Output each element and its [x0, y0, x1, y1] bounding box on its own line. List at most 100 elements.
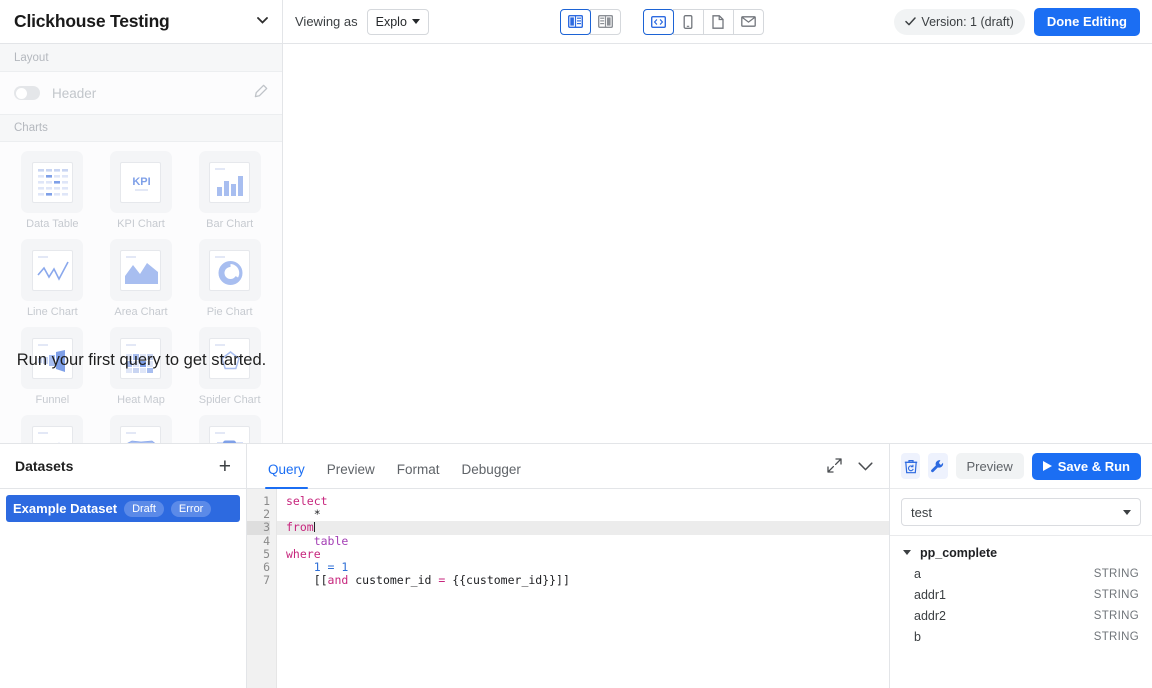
chart-item-area-chart[interactable]: Area Chart — [97, 239, 186, 327]
device-toggle-group — [643, 9, 764, 35]
wrench-icon[interactable] — [928, 453, 947, 479]
chart-item-spider-chart[interactable]: Spider Chart — [185, 327, 274, 415]
column-name: b — [914, 630, 921, 644]
chart-item-label: Spider Chart — [199, 394, 261, 406]
datasets-title: Datasets — [15, 458, 73, 474]
chart-item-bar-chart[interactable]: Bar Chart — [185, 151, 274, 239]
layout-left-panel-button[interactable] — [560, 9, 591, 35]
status-badge-error: Error — [171, 501, 211, 517]
tab-format[interactable]: Format — [386, 462, 451, 488]
schema-action-bar: Preview Save & Run — [890, 444, 1152, 489]
schema-column-row: b STRING — [890, 626, 1152, 647]
header-toggle-label: Header — [52, 86, 96, 101]
dashboard-canvas[interactable] — [283, 44, 1152, 443]
column-type: STRING — [1094, 568, 1139, 580]
dataset-name: Example Dataset — [13, 501, 117, 516]
data-table-icon — [21, 151, 83, 213]
schema-table-list: pp_complete a STRING addr1 STRING addr2 … — [890, 536, 1152, 688]
version-label: Version: 1 (draft) — [921, 15, 1013, 29]
plus-icon[interactable]: + — [219, 456, 231, 477]
chart-item-line-chart[interactable]: Line Chart — [8, 239, 97, 327]
sql-editor[interactable]: 1 2 3 4 5 6 7 select * from table where … — [247, 489, 889, 688]
chevron-down-icon[interactable] — [858, 459, 873, 477]
document-button[interactable] — [703, 9, 734, 35]
chart-item-heat-map[interactable]: Heat Map — [97, 327, 186, 415]
chart-item-map[interactable]: Map — [97, 415, 186, 443]
tab-query[interactable]: Query — [257, 462, 316, 488]
chart-item-scatter-plot-chart[interactable]: Scatter Plot Chart — [8, 415, 97, 443]
pencil-icon[interactable] — [254, 84, 268, 103]
code-line: table — [277, 535, 889, 548]
mobile-button[interactable] — [673, 9, 704, 35]
email-button[interactable] — [733, 9, 764, 35]
view-toolbar — [429, 9, 895, 35]
header-toggle[interactable] — [14, 86, 40, 100]
map-icon — [110, 415, 172, 443]
code-line: where — [277, 548, 889, 561]
trash-restore-icon[interactable] — [901, 453, 920, 479]
code-line: select — [277, 495, 889, 508]
viewing-as-value: Explo — [376, 15, 407, 29]
chart-item-label: Heat Map — [117, 394, 165, 406]
tab-debugger[interactable]: Debugger — [451, 462, 532, 488]
spider-chart-icon — [199, 327, 261, 389]
header-layout-row[interactable]: Header — [0, 72, 282, 114]
charts-section-header: Charts — [0, 114, 282, 142]
query-tabs: Query Preview Format Debugger — [247, 444, 889, 489]
chart-item-data-table[interactable]: Data Table — [8, 151, 97, 239]
column-type: STRING — [1094, 589, 1139, 601]
schema-column-row: addr2 STRING — [890, 605, 1152, 626]
svg-text:KPI: KPI — [133, 176, 151, 188]
check-icon — [905, 15, 916, 29]
top-bar-controls: Viewing as Explo — [283, 0, 1152, 43]
app-root: Clickhouse Testing Viewing as Explo — [0, 0, 1152, 688]
schema-column-row: a STRING — [890, 563, 1152, 584]
status-badge-draft: Draft — [124, 501, 164, 517]
schema-select[interactable]: test — [901, 498, 1141, 526]
chevron-down-icon[interactable] — [257, 17, 268, 27]
chart-item-kpi-chart[interactable]: KPI KPI Chart — [97, 151, 186, 239]
bar-chart-icon — [199, 151, 261, 213]
code-line: from — [277, 521, 889, 534]
chart-item-box-plot[interactable]: Box Plot — [185, 415, 274, 443]
kpi-icon: KPI — [110, 151, 172, 213]
column-type: STRING — [1094, 610, 1139, 622]
bottom-panel: Datasets + Example Dataset Draft Error Q… — [0, 443, 1152, 688]
box-plot-icon — [199, 415, 261, 443]
layout-toggle-group — [560, 9, 621, 35]
schema-column-row: addr1 STRING — [890, 584, 1152, 605]
save-and-run-button[interactable]: Save & Run — [1032, 453, 1141, 480]
save-and-run-label: Save & Run — [1058, 459, 1130, 474]
dataset-list-item[interactable]: Example Dataset Draft Error — [6, 495, 240, 522]
preview-button[interactable]: Preview — [956, 453, 1024, 479]
line-number: 4 — [247, 535, 270, 548]
layout-right-panel-button[interactable] — [590, 9, 621, 35]
schema-table-name: pp_complete — [920, 546, 997, 560]
chart-item-label: Pie Chart — [207, 306, 253, 318]
column-type: STRING — [1094, 631, 1139, 643]
schema-select-value: test — [911, 505, 932, 520]
viewing-as-select[interactable]: Explo — [367, 9, 429, 35]
column-name: a — [914, 567, 921, 581]
page-title: Clickhouse Testing — [14, 11, 170, 32]
tab-preview[interactable]: Preview — [316, 462, 386, 488]
expand-diagonal-icon[interactable] — [827, 458, 842, 478]
line-number: 5 — [247, 548, 270, 561]
line-number: 7 — [247, 574, 270, 587]
column-name: addr1 — [914, 588, 946, 602]
schema-table-row[interactable]: pp_complete — [890, 542, 1152, 563]
chart-item-pie-chart[interactable]: Pie Chart — [185, 239, 274, 327]
funnel-icon — [21, 327, 83, 389]
schema-pane: Preview Save & Run test pp_complete — [890, 444, 1152, 688]
chevron-down-icon[interactable] — [903, 550, 911, 555]
main-body: Layout Header Charts — [0, 44, 1152, 443]
top-bar: Clickhouse Testing Viewing as Explo — [0, 0, 1152, 44]
code-embed-button[interactable] — [643, 9, 674, 35]
datasets-header: Datasets + — [0, 444, 246, 489]
editor-code-area[interactable]: select * from table where 1 = 1 [[and cu… — [277, 489, 889, 688]
done-editing-button[interactable]: Done Editing — [1034, 8, 1140, 36]
chart-item-label: KPI Chart — [117, 218, 165, 230]
chart-item-funnel[interactable]: Funnel — [8, 327, 97, 415]
code-line: [[and customer_id = {{customer_id}}]] — [277, 574, 889, 587]
brand-dropdown[interactable]: Clickhouse Testing — [0, 0, 283, 43]
